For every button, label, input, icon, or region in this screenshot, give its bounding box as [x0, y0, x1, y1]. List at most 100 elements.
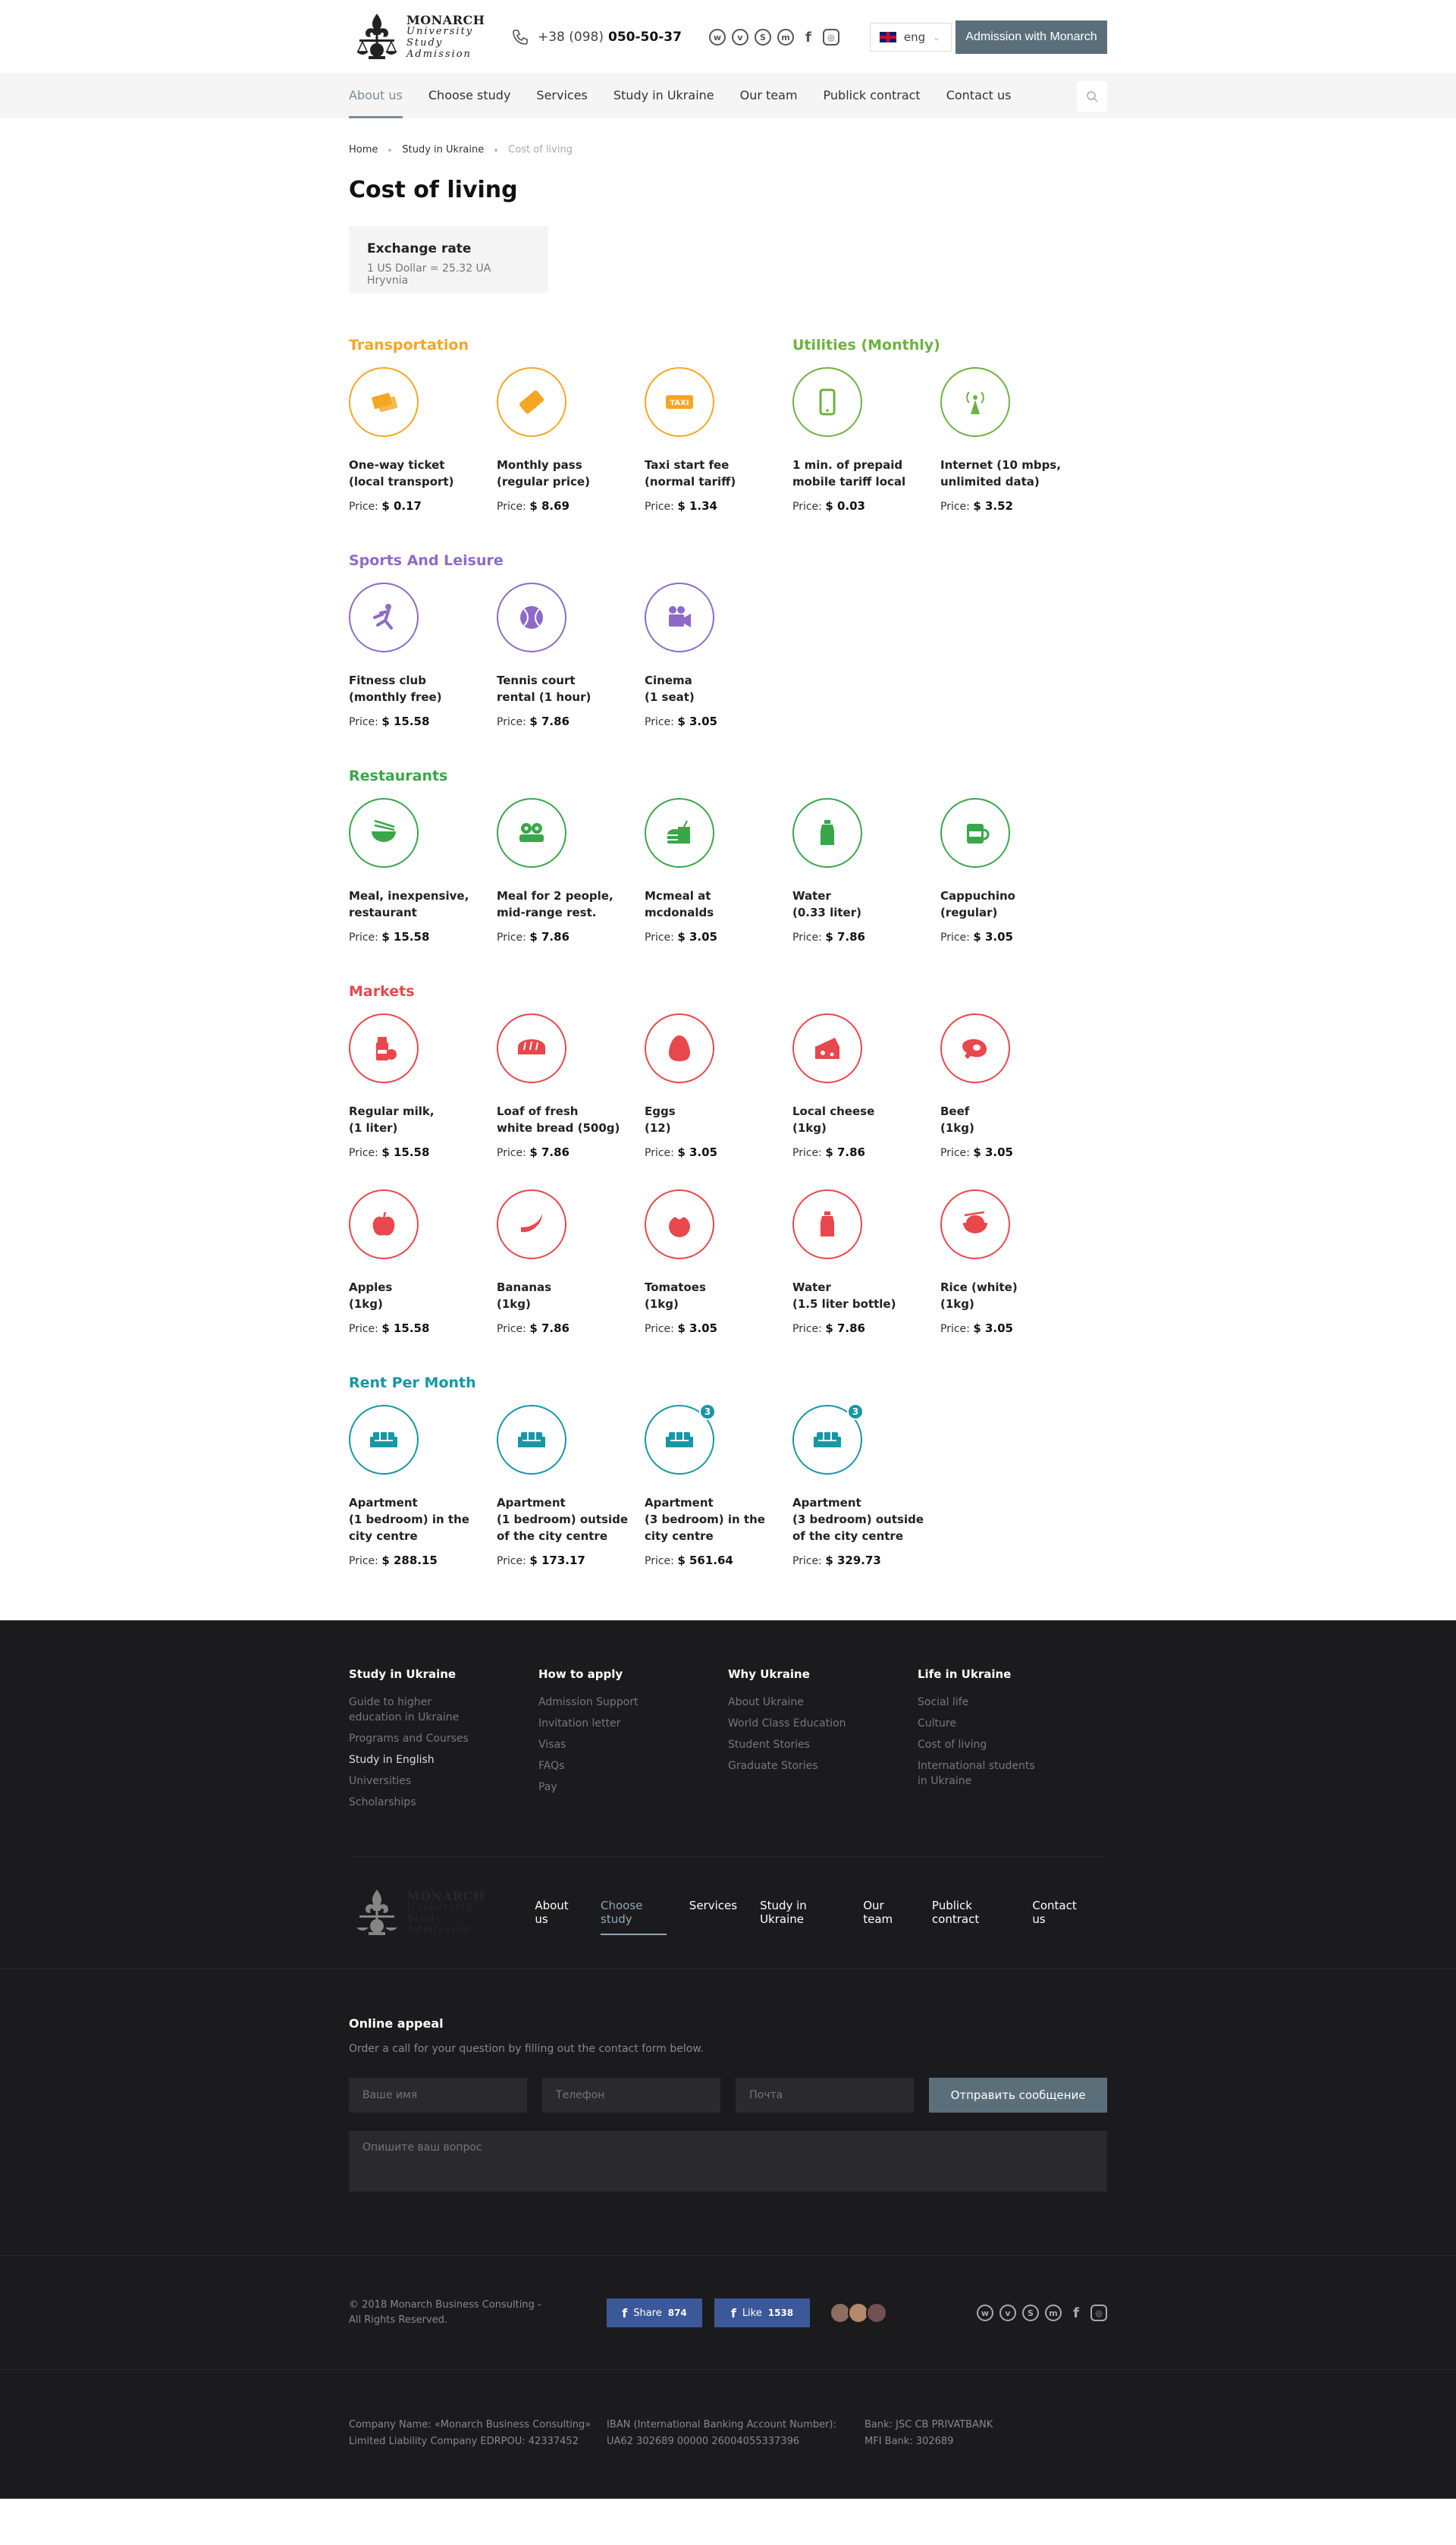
- coffee-icon: [967, 824, 990, 844]
- cost-item: One-way ticket (local transport) Price: …: [349, 367, 497, 513]
- facebook-like-button[interactable]: f Like 1538: [714, 2298, 810, 2327]
- price-label: Price:: [645, 1147, 674, 1159]
- email-input[interactable]: [736, 2078, 915, 2113]
- price-value: $ 3.05: [677, 715, 717, 728]
- facebook-share-button[interactable]: f Share 874: [607, 2298, 702, 2327]
- cost-item-icon-circle: [497, 583, 566, 652]
- exchange-value: 1 US Dollar = 25.32 UA Hryvnia: [367, 262, 491, 287]
- nav-study-in-ukraine[interactable]: Study in Ukraine: [613, 74, 714, 118]
- top-header: MONARCH University Study Admission +38 (…: [0, 0, 1456, 74]
- footer-link[interactable]: Study in English: [349, 1752, 538, 1767]
- footer-link[interactable]: International students in Ukraine: [918, 1758, 1107, 1789]
- name-input[interactable]: [349, 2078, 528, 2113]
- bottle-icon: [821, 820, 834, 845]
- footer-link[interactable]: Guide to higher education in Ukraine: [349, 1695, 538, 1725]
- footer-link[interactable]: About Ukraine: [728, 1695, 918, 1710]
- cost-item-price: Price: $ 3.05: [940, 930, 1088, 944]
- price-label: Price:: [940, 501, 970, 513]
- footer-link[interactable]: Student Stories: [728, 1737, 918, 1752]
- viber-icon[interactable]: v: [999, 2305, 1016, 2321]
- price-label: Price:: [497, 932, 526, 944]
- phone-input[interactable]: [542, 2078, 721, 2113]
- nav-contact-us[interactable]: Contact us: [946, 74, 1012, 118]
- footer-link[interactable]: Invitation letter: [538, 1716, 728, 1731]
- footer-link[interactable]: Culture: [918, 1716, 1107, 1731]
- logo-line4: Admission: [406, 1924, 472, 1936]
- cost-item-price: Price: $ 3.05: [940, 1321, 1088, 1335]
- footer-link[interactable]: Visas: [538, 1737, 728, 1752]
- cost-item: Local cheese (1kg) Price: $ 7.86: [792, 1013, 940, 1159]
- skype-icon[interactable]: S: [1022, 2305, 1039, 2321]
- instagram-icon[interactable]: ◎: [822, 29, 839, 46]
- footer-nav-our-team[interactable]: Our team: [863, 1891, 909, 1935]
- footer-nav-publick-contract[interactable]: Publick contract: [932, 1891, 1009, 1935]
- whatsapp-icon[interactable]: w: [977, 2305, 993, 2321]
- price-label: Price:: [645, 1323, 674, 1335]
- footer-link[interactable]: Cost of living: [918, 1737, 1107, 1752]
- footer-link[interactable]: FAQs: [538, 1758, 728, 1774]
- uk-flag-icon: [879, 32, 896, 42]
- nav-our-team[interactable]: Our team: [740, 74, 798, 118]
- facebook-icon[interactable]: f: [800, 29, 817, 46]
- liker-avatars: [830, 2302, 887, 2323]
- messenger-icon[interactable]: m: [1045, 2305, 1062, 2321]
- footer-link[interactable]: Universities: [349, 1774, 538, 1789]
- price-value: $ 3.05: [677, 1145, 717, 1159]
- footer-nav-services[interactable]: Services: [689, 1891, 737, 1935]
- footer-column: How to apply Admission Support Invitation …: [538, 1667, 728, 1856]
- footer-nav-about-us[interactable]: About us: [535, 1891, 578, 1935]
- cost-item-price: Price: $ 3.05: [645, 715, 792, 728]
- footer-nav-contact-us[interactable]: Contact us: [1032, 1891, 1084, 1935]
- breadcrumb-home[interactable]: Home: [349, 144, 378, 156]
- price-label: Price:: [497, 1147, 526, 1159]
- send-message-button[interactable]: Отправить сообщение: [929, 2078, 1108, 2113]
- cost-item: Meal for 2 people, mid-range rest. Price…: [497, 798, 645, 944]
- viber-icon[interactable]: v: [731, 29, 748, 46]
- price-value: $ 15.58: [381, 930, 430, 944]
- footer-link[interactable]: Graduate Stories: [728, 1758, 918, 1774]
- cost-item-price: Price: $ 7.86: [792, 1321, 940, 1335]
- cost-item-name: Water (1.5 liter bottle): [792, 1280, 896, 1311]
- price-value: $ 329.73: [825, 1554, 881, 1567]
- nav-services[interactable]: Services: [536, 74, 587, 118]
- footer-link[interactable]: Scholarships: [349, 1795, 538, 1810]
- footer-nav-study-in-ukraine[interactable]: Study in Ukraine: [760, 1891, 840, 1935]
- messenger-icon[interactable]: m: [777, 29, 794, 46]
- question-textarea[interactable]: [349, 2131, 1107, 2192]
- cost-item-name: Apples (1kg): [349, 1280, 393, 1311]
- nav-choose-study[interactable]: Choose study: [428, 74, 511, 118]
- admission-button[interactable]: Admission with Monarch: [956, 20, 1107, 54]
- footer-link[interactable]: World Class Education: [728, 1716, 918, 1731]
- footer-column-title: Life in Ukraine: [918, 1667, 1012, 1681]
- cost-item-name: Apartment (1 bedroom) outside of the cit…: [497, 1496, 629, 1543]
- skype-icon[interactable]: S: [754, 29, 771, 46]
- nav-publick-contract[interactable]: Publick contract: [824, 74, 921, 118]
- breadcrumb-current: Cost of living: [508, 144, 573, 156]
- footer-link[interactable]: Admission Support: [538, 1695, 728, 1710]
- cost-item-icon-circle: 3: [645, 1403, 716, 1475]
- phone-contact[interactable]: +38 (098) 050-50-37: [512, 29, 682, 46]
- cost-item-icon-circle: [792, 367, 862, 437]
- language-select[interactable]: eng ⌄: [869, 23, 952, 52]
- logo[interactable]: MONARCH University Study Admission: [349, 9, 493, 65]
- price-label: Price:: [349, 932, 378, 944]
- cost-item-name: Water (0.33 liter): [792, 889, 861, 919]
- footer-logo[interactable]: MONARCH University Study Admission: [349, 1885, 485, 1941]
- whatsapp-icon[interactable]: w: [708, 29, 726, 46]
- footer-link[interactable]: Programs and Courses: [349, 1731, 538, 1746]
- instagram-icon[interactable]: ◎: [1090, 2305, 1107, 2321]
- price-label: Price:: [497, 1323, 526, 1335]
- footer-nav-choose-study[interactable]: Choose study: [601, 1891, 667, 1935]
- price-value: $ 7.86: [825, 1321, 865, 1335]
- sofa-icon: [666, 1432, 693, 1447]
- search-button[interactable]: [1077, 81, 1107, 112]
- breadcrumb-study[interactable]: Study in Ukraine: [402, 144, 484, 156]
- footer-link[interactable]: Pay: [538, 1780, 728, 1795]
- cost-item-icon-circle: [645, 1189, 714, 1259]
- footer-link[interactable]: Social life: [918, 1695, 1107, 1710]
- section-title: Rent Per Month: [349, 1375, 476, 1391]
- price-value: $ 8.69: [529, 499, 570, 513]
- nav-about-us[interactable]: About us: [349, 74, 403, 118]
- facebook-icon[interactable]: f: [1068, 2305, 1084, 2321]
- bedroom-count-badge: 3: [699, 1403, 716, 1420]
